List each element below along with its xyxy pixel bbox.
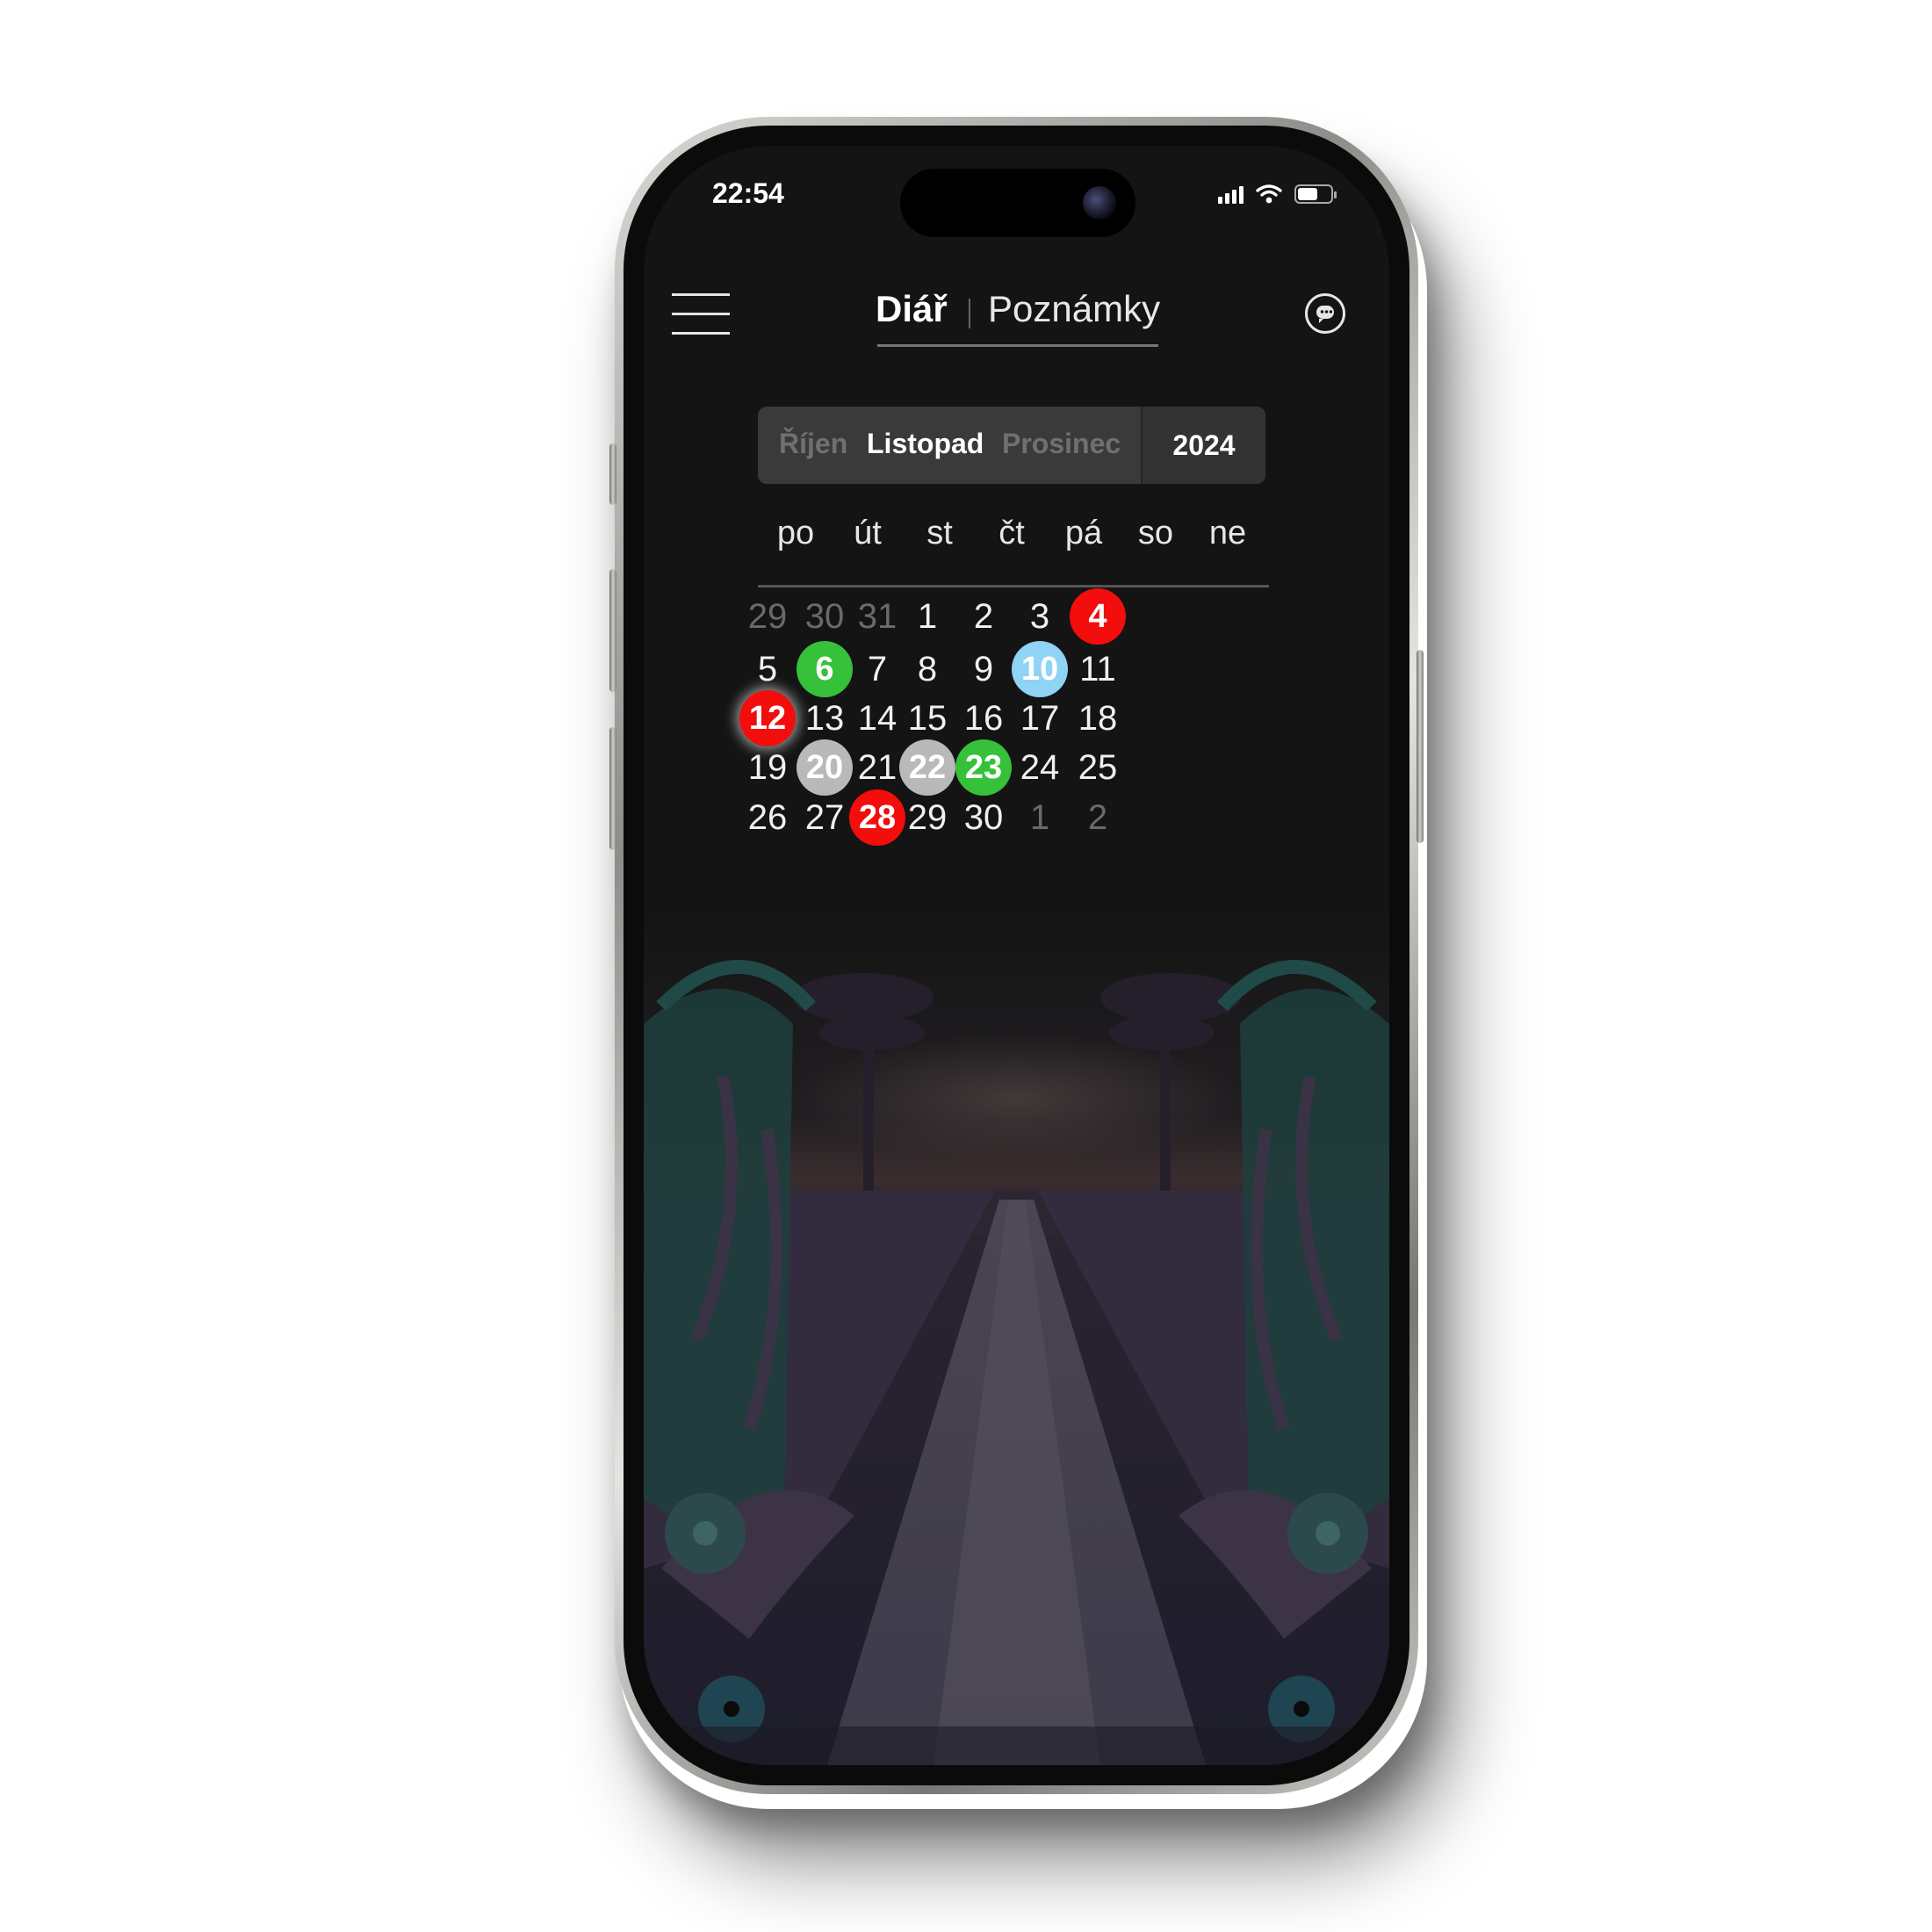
- calendar-day[interactable]: 1: [899, 588, 955, 645]
- calendar-day[interactable]: 20: [797, 739, 853, 796]
- calendar-day[interactable]: 29: [899, 789, 955, 846]
- calendar-day[interactable]: 16: [955, 690, 1012, 746]
- calendar-day[interactable]: 9: [955, 641, 1012, 697]
- calendar-grid: 29 30 31 1 2 3 4 5 6 7 8 9 10 11 12 13 14 15 16 17 18 19 20 21 2…: [644, 146, 1389, 936]
- volume-down-button: [609, 727, 616, 850]
- volume-up-button: [609, 569, 616, 692]
- calendar-day[interactable]: 26: [739, 789, 796, 846]
- power-button: [1417, 650, 1424, 843]
- calendar-day[interactable]: 23: [955, 739, 1012, 796]
- calendar-day[interactable]: 2: [1070, 789, 1126, 846]
- background-illustration: [644, 901, 1389, 1765]
- calendar-day[interactable]: 12: [739, 690, 796, 746]
- app-screen: 22:54 Diář Poznámky Říjen Listopad Prosi…: [644, 146, 1389, 1765]
- calendar-day[interactable]: 31: [849, 588, 905, 645]
- action-button: [609, 443, 616, 505]
- calendar-day[interactable]: 1: [1012, 789, 1068, 846]
- calendar-day[interactable]: 11: [1070, 641, 1126, 697]
- calendar-day[interactable]: 30: [797, 588, 853, 645]
- calendar-day[interactable]: 21: [849, 739, 905, 796]
- calendar-day[interactable]: 22: [899, 739, 955, 796]
- calendar-day[interactable]: 10: [1012, 641, 1068, 697]
- calendar-day[interactable]: 28: [849, 789, 905, 846]
- calendar-day[interactable]: 13: [797, 690, 853, 746]
- calendar-day[interactable]: 30: [955, 789, 1012, 846]
- calendar-day[interactable]: 19: [739, 739, 796, 796]
- calendar-day[interactable]: 4: [1070, 588, 1126, 645]
- calendar-day[interactable]: 14: [849, 690, 905, 746]
- calendar-day[interactable]: 15: [899, 690, 955, 746]
- calendar-day[interactable]: 24: [1012, 739, 1068, 796]
- calendar-day[interactable]: 3: [1012, 588, 1068, 645]
- calendar-day[interactable]: 8: [899, 641, 955, 697]
- calendar-day[interactable]: 7: [849, 641, 905, 697]
- calendar-day[interactable]: 17: [1012, 690, 1068, 746]
- calendar-day[interactable]: 5: [739, 641, 796, 697]
- calendar-day[interactable]: 27: [797, 789, 853, 846]
- calendar-day[interactable]: 6: [797, 641, 853, 697]
- calendar-day[interactable]: 25: [1070, 739, 1126, 796]
- calendar-day[interactable]: 2: [955, 588, 1012, 645]
- calendar-day[interactable]: 18: [1070, 690, 1126, 746]
- calendar-day[interactable]: 29: [739, 588, 796, 645]
